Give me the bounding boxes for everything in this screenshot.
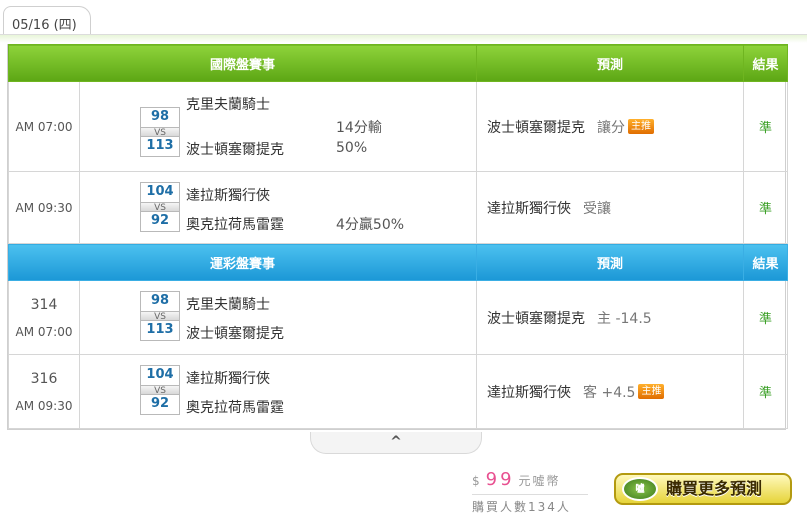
- game-time-cell: 314 AM 07:00: [8, 280, 80, 355]
- score-home: 113: [146, 322, 174, 337]
- score-box: 98 VS 113: [140, 107, 180, 157]
- buy-button-label: 購買更多預測: [666, 479, 763, 498]
- lottery-game-header: 運彩盤賽事: [7, 243, 478, 281]
- predictions-table: 國際盤賽事 預測 結果 AM 07:00 98 VS 113 克里夫蘭騎士 波士…: [7, 44, 789, 430]
- handicap-ratio: 50%: [336, 140, 368, 156]
- chevron-up-icon: ^: [390, 434, 402, 450]
- handicap-line: 4分贏50%: [336, 217, 405, 233]
- prediction-cell: 達拉斯獨行俠客 +4.5 主推: [476, 354, 745, 429]
- prediction-cell: 波士頓塞爾提克 讓分 主推: [476, 81, 745, 172]
- lottery-prediction-header: 預測: [476, 243, 745, 281]
- handicap-line: 14分輸: [336, 120, 382, 136]
- brand-logo-icon: 噓: [622, 477, 658, 501]
- table-row: AM 07:00 98 VS 113 克里夫蘭騎士 波士頓塞爾提克 14分輸 5…: [8, 81, 789, 172]
- vs-label: VS: [141, 311, 179, 322]
- team-home[interactable]: 波士頓塞爾提克: [186, 139, 284, 159]
- prediction-type: 客 +4.5: [583, 384, 636, 401]
- team-home[interactable]: 波士頓塞爾提克: [186, 323, 284, 343]
- team-away[interactable]: 達拉斯獨行俠: [186, 185, 270, 205]
- prediction-cell: 波士頓塞爾提克主 -14.5: [476, 280, 745, 355]
- price-amount: 99: [485, 469, 515, 490]
- main-pick-badge: 主推: [628, 118, 655, 134]
- buy-more-predictions-button[interactable]: 噓 購買更多預測: [614, 473, 792, 505]
- lottery-header-row: 運彩盤賽事 預測 結果: [7, 243, 789, 281]
- matchup-cell: 104 VS 92 達拉斯獨行俠 奧克拉荷馬雷霆: [78, 354, 478, 429]
- score-home: 92: [150, 213, 170, 228]
- result-cell: 準: [743, 171, 789, 244]
- prediction-team: 波士頓塞爾提克: [487, 310, 586, 327]
- score-box: 104 VS 92: [140, 182, 180, 232]
- international-prediction-header: 預測: [476, 44, 745, 82]
- currency-symbol: $: [472, 474, 482, 488]
- score-box: 104 VS 92: [140, 365, 180, 415]
- table-row: 314 AM 07:00 98 VS 113 克里夫蘭騎士 波士頓塞爾提克 波士頓…: [8, 280, 789, 355]
- international-result-header: 結果: [743, 44, 789, 82]
- top-gradient: [0, 35, 807, 43]
- result-cell: 準: [743, 81, 789, 172]
- team-home[interactable]: 奧克拉荷馬雷霆: [186, 214, 284, 234]
- game-time: AM 07:00: [8, 81, 80, 172]
- prediction-cell: 達拉斯獨行俠 受讓: [476, 171, 745, 244]
- game-time-cell: 316 AM 09:30: [8, 354, 80, 429]
- vs-label: VS: [141, 385, 179, 396]
- date-tab[interactable]: 05/16 (四): [3, 6, 91, 34]
- collapse-button[interactable]: ^: [310, 432, 482, 454]
- table-row: AM 09:30 104 VS 92 達拉斯獨行俠 奧克拉荷馬雷霆 4分贏50%…: [8, 171, 789, 244]
- table-row: 316 AM 09:30 104 VS 92 達拉斯獨行俠 奧克拉荷馬雷霆 達拉斯…: [8, 354, 789, 429]
- buyer-count: 購買人數134人: [472, 494, 588, 515]
- team-away[interactable]: 達拉斯獨行俠: [186, 368, 270, 388]
- prediction-team: 波士頓塞爾提克: [487, 119, 586, 136]
- vs-label: VS: [141, 127, 179, 138]
- result-cell: 準: [743, 354, 789, 429]
- international-header-row: 國際盤賽事 預測 結果: [7, 44, 789, 82]
- price-unit: 元噓幣: [518, 474, 561, 488]
- team-away[interactable]: 克里夫蘭騎士: [186, 294, 270, 314]
- price-info: $99 元噓幣: [472, 469, 561, 490]
- team-away[interactable]: 克里夫蘭騎士: [186, 94, 270, 114]
- prediction-team: 達拉斯獨行俠: [487, 200, 572, 217]
- prediction-type: 主 -14.5: [597, 310, 652, 327]
- prediction-team: 達拉斯獨行俠: [487, 384, 572, 401]
- prediction-type: 受讓: [583, 200, 612, 217]
- score-home: 113: [146, 138, 174, 153]
- vs-label: VS: [141, 202, 179, 213]
- lottery-result-header: 結果: [743, 243, 789, 281]
- score-box: 98 VS 113: [140, 291, 180, 341]
- matchup-cell: 98 VS 113 克里夫蘭騎士 波士頓塞爾提克 14分輸 50%: [78, 81, 478, 172]
- score-away: 98: [150, 293, 170, 308]
- game-number: 314: [30, 296, 58, 313]
- score-away: 98: [150, 109, 170, 124]
- game-time: AM 09:30: [15, 398, 73, 413]
- team-home[interactable]: 奧克拉荷馬雷霆: [186, 397, 284, 417]
- game-time: AM 07:00: [15, 324, 73, 339]
- main-pick-badge: 主推: [638, 383, 665, 399]
- game-time: AM 09:30: [8, 171, 80, 244]
- international-game-header: 國際盤賽事: [7, 44, 478, 82]
- matchup-cell: 104 VS 92 達拉斯獨行俠 奧克拉荷馬雷霆 4分贏50%: [78, 171, 478, 244]
- score-away: 104: [146, 184, 174, 199]
- result-cell: 準: [743, 280, 789, 355]
- matchup-cell: 98 VS 113 克里夫蘭騎士 波士頓塞爾提克: [78, 280, 478, 355]
- score-home: 92: [150, 396, 170, 411]
- prediction-type: 讓分: [597, 119, 626, 136]
- score-away: 104: [146, 367, 174, 382]
- game-number: 316: [30, 370, 58, 387]
